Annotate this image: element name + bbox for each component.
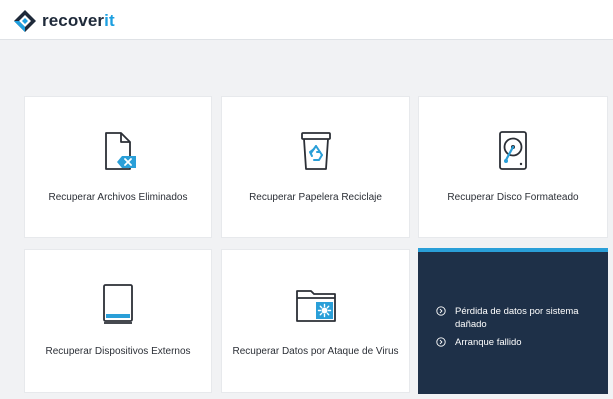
app-logo: recoverit (13, 9, 115, 33)
list-item-label: Pérdida de datos por sistema dañado (455, 306, 579, 330)
card-label: Recuperar Dispositivos Externos (45, 346, 191, 357)
list-item-label: Arranque fallido (455, 337, 522, 348)
card-recover-formatted-disk[interactable]: Recuperar Disco Formateado (418, 96, 608, 238)
chevron-circle-icon (436, 306, 446, 316)
logo-text-suffix: it (104, 11, 115, 30)
recycle-bin-icon (300, 132, 331, 170)
formatted-disk-icon (499, 131, 527, 170)
card-label: Recuperar Disco Formateado (447, 192, 579, 203)
virus-folder-icon (295, 290, 336, 322)
recoverit-logo-icon (14, 10, 36, 32)
card-label: Recuperar Papelera Reciclaje (249, 192, 382, 203)
list-item-system-crash[interactable]: Pérdida de datos por sistema dañado (436, 305, 602, 331)
logo-wordmark: recoverit (42, 11, 115, 31)
card-recover-virus-attack[interactable]: Recuperar Datos por Ataque de Virus (221, 249, 410, 393)
card-recover-recycle-bin[interactable]: Recuperar Papelera Reciclaje (221, 96, 410, 238)
app-header: recoverit (0, 0, 613, 40)
deleted-file-icon (105, 132, 136, 170)
card-label: Recuperar Archivos Eliminados (48, 192, 188, 203)
card-label: Recuperar Datos por Ataque de Virus (232, 346, 399, 357)
external-device-icon (103, 284, 133, 324)
chevron-circle-icon (436, 337, 446, 347)
card-recover-external-devices[interactable]: Recuperar Dispositivos Externos (24, 249, 212, 393)
list-item-boot-failure[interactable]: Arranque fallido (436, 336, 602, 349)
more-scenarios-list: Pérdida de datos por sistema dañado Arra… (436, 305, 602, 354)
logo-text-prefix: recover (42, 11, 105, 30)
more-scenarios-panel: Pérdida de datos por sistema dañado Arra… (418, 248, 608, 394)
card-recover-deleted-files[interactable]: Recuperar Archivos Eliminados (24, 96, 212, 238)
